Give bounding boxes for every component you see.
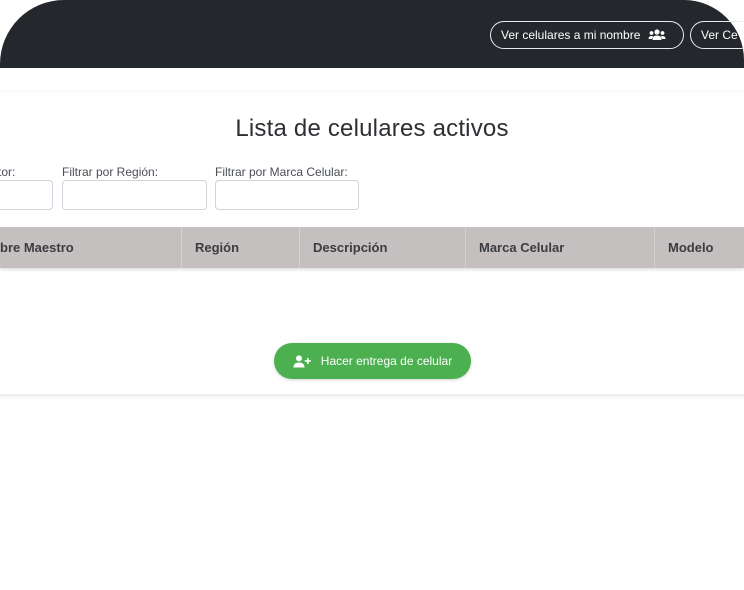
column-header-region[interactable]: Región [181, 227, 299, 268]
filter-region-input[interactable] [62, 180, 207, 210]
my-phones-button-label: Ver celulares a mi nombre [501, 28, 641, 42]
column-header-phone-brand[interactable]: Marca Celular [465, 227, 654, 268]
column-header-teacher-name[interactable]: bre Maestro [0, 227, 181, 268]
user-plus-icon [293, 354, 311, 368]
column-header-description[interactable]: Descripción [299, 227, 465, 268]
filter-teacher-input[interactable] [0, 180, 53, 210]
my-phones-button[interactable]: Ver celulares a mi nombre [490, 21, 684, 49]
view-other-button-label: Ver Ce [701, 28, 738, 42]
users-icon [648, 29, 666, 41]
deliver-phone-button[interactable]: Hacer entrega de celular [274, 343, 471, 379]
deliver-phone-button-label: Hacer entrega de celular [320, 354, 453, 368]
filter-label-brand: Filtrar por Marca Celular: [215, 165, 348, 179]
table-header: bre Maestro Región Descripción Marca Cel… [0, 227, 744, 268]
filter-label-teacher: tor: [0, 165, 16, 179]
filter-brand-input[interactable] [215, 180, 359, 210]
filter-label-region: Filtrar por Región: [62, 165, 159, 179]
page-title: Lista de celulares activos [235, 115, 509, 142]
top-nav-bar: Ver celulares a mi nombre Ver Ce [0, 0, 744, 68]
view-other-button[interactable]: Ver Ce [690, 21, 744, 49]
column-header-model[interactable]: Modelo [654, 227, 744, 268]
app-viewport: Ver celulares a mi nombre Ver Ce Lista d… [0, 0, 744, 590]
